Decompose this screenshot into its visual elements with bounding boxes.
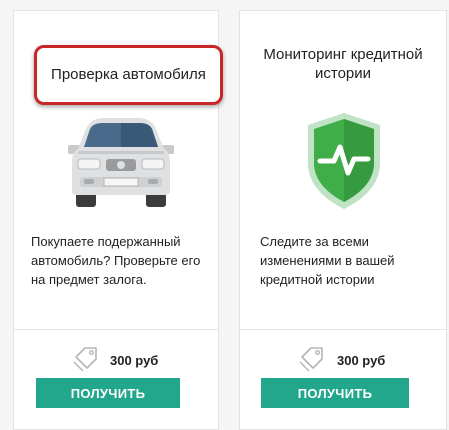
card-description: Следите за всеми изменениями в вашей кре… — [260, 234, 395, 287]
product-card-car-check: Проверка автомобиля Покупаете подержанны… — [13, 10, 223, 430]
card-divider — [240, 329, 446, 330]
price-row: 300 руб — [14, 345, 218, 375]
price-label: 300 руб — [337, 353, 386, 368]
price-tag-icon — [73, 347, 97, 372]
price-row: 300 руб — [240, 345, 446, 375]
card-title: Мониторинг кредитной истории — [240, 45, 446, 83]
card-divider — [14, 329, 218, 330]
highlighted-title-box: Проверка автомобиля — [34, 45, 223, 105]
shield-check-icon — [308, 113, 380, 209]
price-label: 300 руб — [110, 353, 159, 368]
card-title-text: Мониторинг кредитной истории — [263, 46, 423, 82]
card-description: Покупаете подержанный автомобиль? Провер… — [31, 234, 201, 287]
get-car-check-button[interactable]: ПОЛУЧИТЬ — [36, 378, 180, 408]
car-icon — [68, 118, 174, 207]
card-title: Проверка автомобиля — [51, 66, 206, 83]
price-tag-icon — [299, 347, 323, 372]
get-credit-monitoring-button[interactable]: ПОЛУЧИТЬ — [261, 378, 409, 408]
product-card-credit-monitoring: Мониторинг кредитной истории Следите за … — [239, 10, 447, 430]
